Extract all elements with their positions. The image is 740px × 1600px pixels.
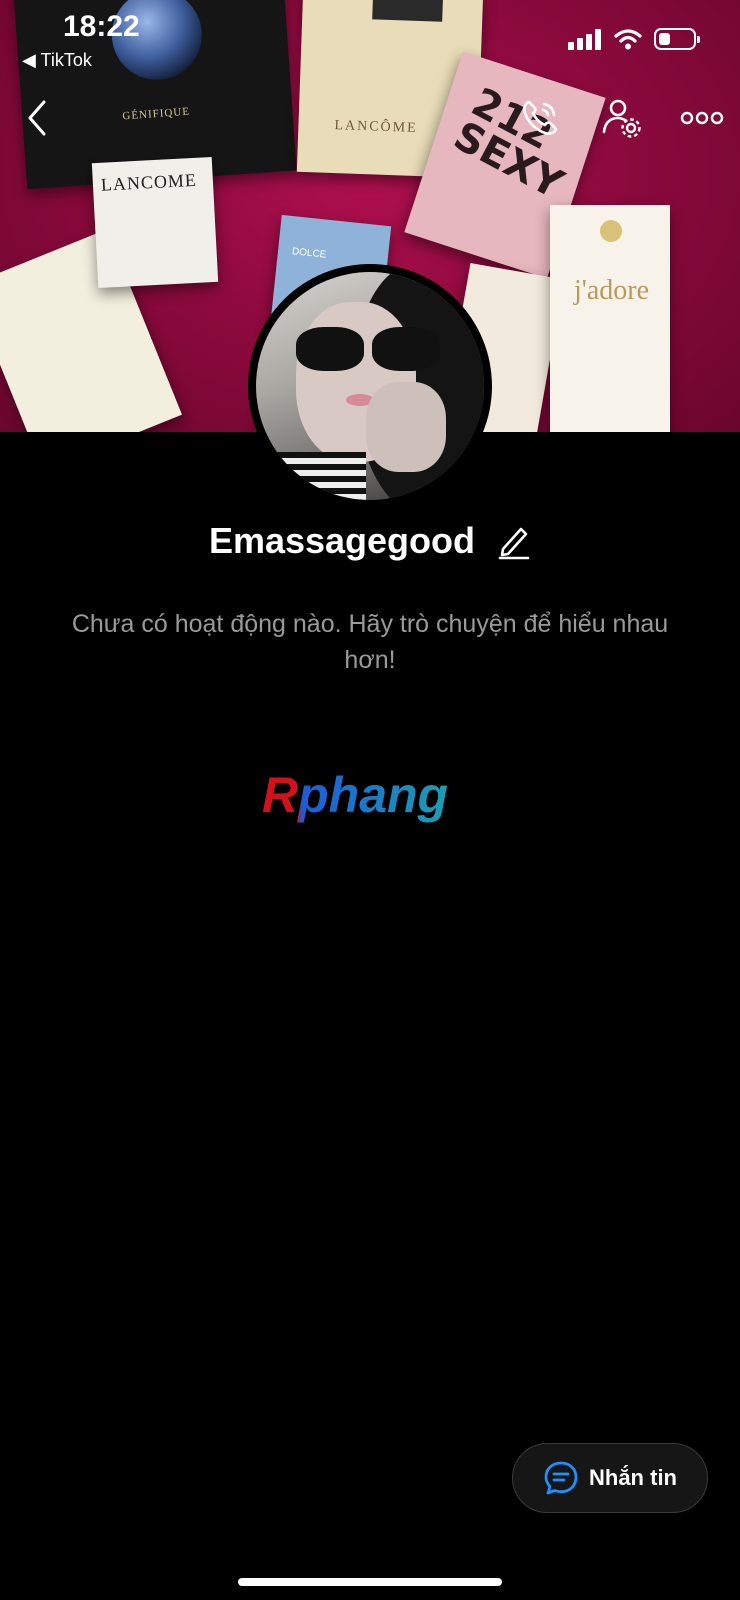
wifi-icon (614, 29, 642, 50)
profile-name: Emassagegood (208, 520, 476, 562)
phone-icon[interactable] (520, 98, 560, 138)
avatar-photo (256, 272, 484, 500)
more-dots-icon[interactable] (680, 108, 724, 128)
box-cap (372, 0, 444, 22)
product-box-jadore: j'adore (550, 205, 670, 432)
back-chevron-icon[interactable] (22, 98, 52, 138)
watermark-logo: Rphang (262, 767, 448, 823)
message-button-label: Nhắn tin (589, 1465, 677, 1490)
status-time: 18:22 (63, 10, 140, 43)
profile-name-row: Emassagegood (0, 518, 740, 562)
battery-fill (659, 33, 670, 45)
back-to-app-link[interactable]: ◀ TikTok (22, 50, 92, 71)
product-box-lancome-white: LANCOME (91, 156, 219, 289)
svg-text:Rphang: Rphang (262, 767, 448, 823)
avatar-shirt (266, 452, 366, 500)
product-label: DOLCE (291, 246, 327, 261)
home-indicator[interactable] (238, 1578, 502, 1586)
avatar-sunglasses (296, 327, 446, 377)
product-label: LANCÔME (334, 118, 418, 136)
avatar-hand (366, 382, 446, 472)
product-label: LANCOME (100, 169, 198, 195)
pencil-icon[interactable] (497, 522, 531, 560)
product-label: j'adore (574, 275, 650, 306)
empty-activity-message: Chưa có hoạt động nào. Hãy trò chuyện để… (71, 610, 669, 674)
message-button[interactable]: Nhắn tin (512, 1443, 708, 1513)
status-icons (568, 24, 708, 54)
battery-icon (654, 28, 700, 50)
product-label: GÉNIFIQUE (122, 105, 191, 123)
battery-nub (697, 36, 700, 43)
chat-bubble-icon (544, 1461, 578, 1495)
avatar[interactable] (248, 264, 492, 508)
profile-settings-icon[interactable] (600, 96, 644, 140)
box-seal (600, 220, 622, 242)
cellular-signal-icon (568, 28, 604, 50)
